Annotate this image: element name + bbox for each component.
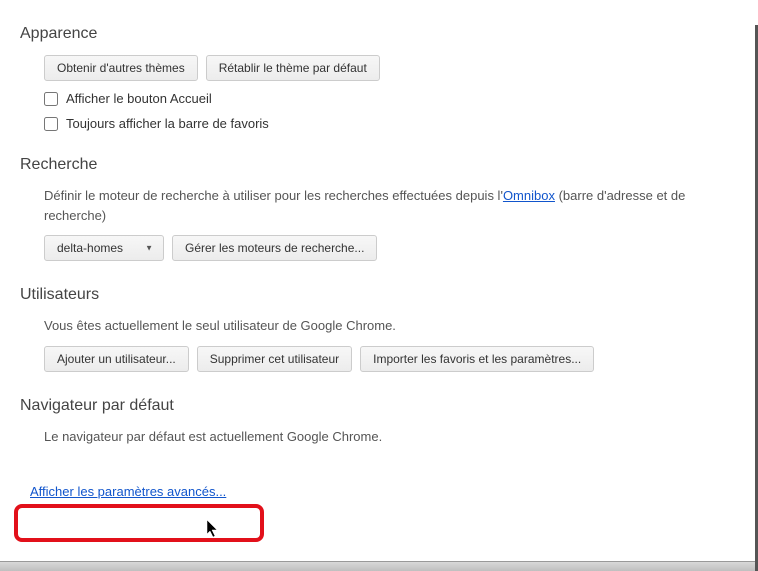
omnibox-link[interactable]: Omnibox	[503, 188, 555, 203]
add-user-button[interactable]: Ajouter un utilisateur...	[44, 346, 189, 372]
manage-search-engines-button[interactable]: Gérer les moteurs de recherche...	[172, 235, 377, 261]
show-advanced-settings-link[interactable]: Afficher les paramètres avancés...	[20, 478, 236, 505]
show-home-button-checkbox[interactable]	[44, 92, 58, 106]
appearance-body: Obtenir d'autres thèmes Rétablir le thèm…	[20, 55, 738, 131]
delete-user-button[interactable]: Supprimer cet utilisateur	[197, 346, 352, 372]
appearance-title: Apparence	[20, 25, 738, 43]
highlight-box	[14, 504, 264, 542]
show-bookmarks-bar-checkbox[interactable]	[44, 117, 58, 131]
users-button-row: Ajouter un utilisateur... Supprimer cet …	[44, 346, 738, 372]
search-desc-prefix: Définir le moteur de recherche à utilise…	[44, 188, 503, 203]
default-browser-body: Le navigateur par défaut est actuellemen…	[20, 427, 738, 447]
search-title: Recherche	[20, 156, 738, 174]
users-body: Vous êtes actuellement le seul utilisate…	[20, 316, 738, 372]
show-home-button-label: Afficher le bouton Accueil	[66, 91, 212, 106]
show-home-button-row: Afficher le bouton Accueil	[44, 91, 738, 106]
users-description: Vous êtes actuellement le seul utilisate…	[44, 316, 738, 336]
search-body: Définir le moteur de recherche à utilise…	[20, 186, 738, 261]
reset-theme-button[interactable]: Rétablir le thème par défaut	[206, 55, 380, 81]
users-section: Utilisateurs Vous êtes actuellement le s…	[20, 286, 738, 372]
show-bookmarks-bar-label: Toujours afficher la barre de favoris	[66, 116, 269, 131]
search-section: Recherche Définir le moteur de recherche…	[20, 156, 738, 261]
advanced-link-wrap: Afficher les paramètres avancés...	[20, 478, 236, 505]
show-bookmarks-bar-row: Toujours afficher la barre de favoris	[44, 116, 738, 131]
search-button-row: delta-homes Gérer les moteurs de recherc…	[44, 235, 738, 261]
default-browser-description: Le navigateur par défaut est actuellemen…	[44, 427, 738, 447]
cursor-icon	[207, 520, 223, 543]
search-description: Définir le moteur de recherche à utilise…	[44, 186, 738, 225]
appearance-section: Apparence Obtenir d'autres thèmes Rétabl…	[20, 25, 738, 131]
default-browser-section: Navigateur par défaut Le navigateur par …	[20, 397, 738, 447]
search-engine-dropdown[interactable]: delta-homes	[44, 235, 164, 261]
default-browser-title: Navigateur par défaut	[20, 397, 738, 415]
users-title: Utilisateurs	[20, 286, 738, 304]
import-bookmarks-button[interactable]: Importer les favoris et les paramètres..…	[360, 346, 594, 372]
appearance-button-row: Obtenir d'autres thèmes Rétablir le thèm…	[44, 55, 738, 81]
get-themes-button[interactable]: Obtenir d'autres thèmes	[44, 55, 198, 81]
taskbar-edge	[0, 561, 758, 571]
